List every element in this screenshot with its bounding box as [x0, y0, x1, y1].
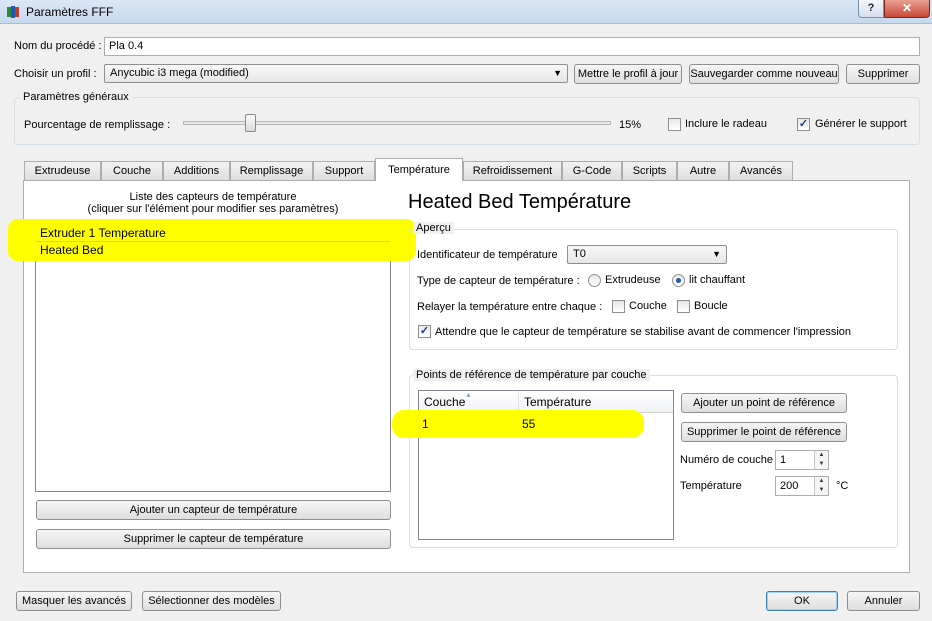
tab-scripts[interactable]: Scripts [622, 161, 677, 180]
sensor-list-title-line1: Liste des capteurs de température [129, 191, 297, 203]
sensor-list-title: Liste des capteurs de température (cliqu… [35, 191, 391, 215]
sort-arrow-icon: ▲ [465, 392, 472, 399]
close-button[interactable]: ✕ [884, 0, 930, 18]
ok-button[interactable]: OK [766, 591, 838, 611]
layer-number-spinbox[interactable]: 1 ▲ ▼ [775, 450, 829, 470]
checkmark-icon: ✓ [798, 118, 809, 130]
sensor-type-bed-label: lit chauffant [689, 274, 746, 286]
sensor-type-label: Type de capteur de température : [417, 275, 580, 287]
table-row[interactable]: 1 55 [419, 414, 673, 434]
window-title: Paramètres FFF [26, 5, 114, 19]
remove-setpoint-button[interactable]: Supprimer le point de référence [681, 422, 847, 442]
infill-value: 15% [619, 119, 642, 131]
infill-label: Pourcentage de remplissage : [24, 119, 171, 131]
tab-couche[interactable]: Couche [101, 161, 163, 180]
delete-profile-button[interactable]: Supprimer [846, 64, 920, 84]
cancel-button[interactable]: Annuler [847, 591, 920, 611]
sensor-list [35, 222, 391, 492]
sensor-list-item[interactable]: Heated Bed [40, 243, 103, 257]
tab-temperature[interactable]: Température [375, 158, 463, 181]
help-button[interactable]: ? [858, 0, 884, 18]
raft-label: Inclure le radeau [685, 118, 767, 130]
tab-gcode[interactable]: G-Code [562, 161, 622, 180]
support-label: Générer le support [815, 118, 907, 130]
sensor-type-extruder-label: Extrudeuse [605, 274, 661, 286]
overview-title: Aperçu [413, 222, 454, 234]
tab-autre[interactable]: Autre [677, 161, 729, 180]
identifier-select[interactable]: T0 ▼ [567, 245, 727, 264]
temperature-spinbox[interactable]: 200 ▲ ▼ [775, 476, 829, 496]
tab-extrudeuse[interactable]: Extrudeuse [24, 161, 101, 180]
relay-layer-checkbox[interactable] [612, 300, 625, 313]
remove-sensor-button[interactable]: Supprimer le capteur de température [36, 529, 391, 549]
temperature-value: 200 [780, 480, 799, 492]
relay-loop-checkbox[interactable] [677, 300, 690, 313]
sensor-list-divider [36, 241, 390, 242]
process-name-input[interactable]: Pla 0.4 [104, 37, 920, 56]
profile-label: Choisir un profil : [14, 68, 97, 80]
infill-slider-handle[interactable] [245, 114, 256, 132]
profile-select-value: Anycubic i3 mega (modified) [110, 67, 249, 79]
dropdown-arrow-icon: ▼ [712, 249, 721, 259]
update-profile-button[interactable]: Mettre le profil à jour [574, 64, 682, 84]
sensor-list-item[interactable]: Extruder 1 Temperature [40, 226, 166, 240]
wait-stabilize-label: Attendre que le capteur de température s… [435, 326, 852, 338]
support-checkbox[interactable]: ✓ [797, 118, 810, 131]
temperature-unit: °C [836, 480, 849, 492]
save-as-new-button[interactable]: Sauvegarder comme nouveau [689, 64, 839, 84]
tab-additions[interactable]: Additions [163, 161, 230, 180]
table-cell-layer: 1 [422, 417, 429, 431]
setpoints-title: Points de référence de température par c… [413, 369, 650, 381]
select-models-button[interactable]: Sélectionner des modèles [142, 591, 281, 611]
checkmark-icon: ✓ [419, 325, 430, 337]
tab-support[interactable]: Support [313, 161, 375, 180]
relay-label: Relayer la température entre chaque : [417, 301, 603, 313]
sensor-heading: Heated Bed Température [408, 191, 632, 213]
spin-arrows-icon[interactable]: ▲ ▼ [814, 451, 828, 469]
tab-refroidissement[interactable]: Refroidissement [463, 161, 562, 180]
sensor-type-extruder-radio[interactable] [588, 274, 601, 287]
wait-stabilize-checkbox[interactable]: ✓ [418, 325, 431, 338]
general-settings-title: Paramètres généraux [20, 91, 132, 103]
relay-layer-label: Couche [629, 300, 667, 312]
raft-checkbox[interactable] [668, 118, 681, 131]
sensor-type-bed-radio[interactable] [672, 274, 685, 287]
sensor-list-title-line2: (cliquer sur l'élément pour modifier ses… [87, 203, 339, 215]
add-sensor-button[interactable]: Ajouter un capteur de température [36, 500, 391, 520]
table-cell-temperature: 55 [522, 417, 536, 431]
tab-remplissage[interactable]: Remplissage [230, 161, 313, 180]
spin-arrows-icon[interactable]: ▲ ▼ [814, 477, 828, 495]
layer-number-label: Numéro de couche [680, 454, 773, 466]
profile-select[interactable]: Anycubic i3 mega (modified) ▼ [104, 64, 568, 83]
relay-loop-label: Boucle [694, 300, 728, 312]
tab-avances[interactable]: Avancés [729, 161, 793, 180]
temperature-label: Température [680, 480, 742, 492]
identifier-select-value: T0 [573, 248, 586, 260]
app-icon [7, 6, 19, 18]
identifier-label: Identificateur de température [417, 249, 558, 261]
add-setpoint-button[interactable]: Ajouter un point de référence [681, 393, 847, 413]
title-bar: Paramètres FFF ? ✕ [0, 0, 932, 24]
layer-number-value: 1 [780, 454, 787, 466]
process-name-label: Nom du procédé : [14, 40, 102, 52]
hide-advanced-button[interactable]: Masquer les avancés [16, 591, 132, 611]
dropdown-arrow-icon: ▼ [553, 68, 562, 78]
